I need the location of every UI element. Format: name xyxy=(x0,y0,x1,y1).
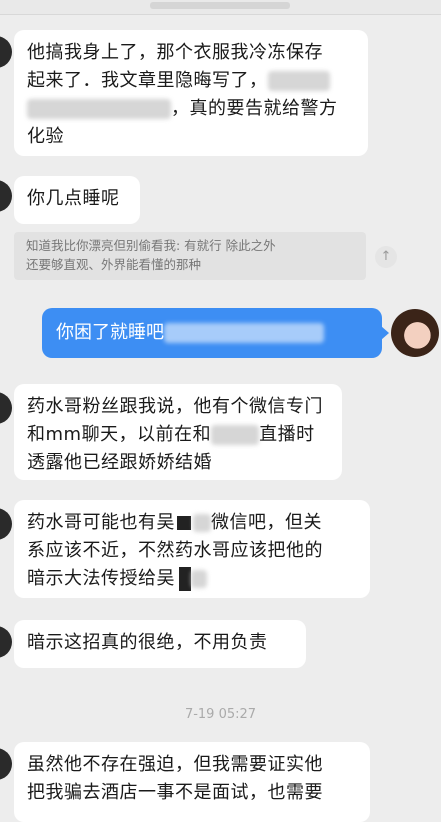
message-text: 药水哥可能也有吴 xyxy=(27,512,175,533)
redacted-text xyxy=(191,570,207,588)
contact-avatar[interactable] xyxy=(0,392,12,424)
contact-avatar[interactable] xyxy=(0,36,12,68)
message-text: 直播时 xyxy=(259,424,315,445)
quote-expand-icon[interactable]: ↑ xyxy=(375,246,397,268)
message-line: ，真的要告就给警方 xyxy=(27,95,355,123)
message-bubble-2[interactable]: 你几点睡呢 xyxy=(14,176,140,224)
message-text: 起来了．我文章里隐晦写了， xyxy=(27,70,268,91)
timestamp: 7-19 05:27 xyxy=(184,707,257,722)
redacted-text xyxy=(211,425,260,445)
top-status-bar xyxy=(0,0,441,15)
message-text: 微信吧，但关 xyxy=(211,512,322,533)
quote-line: 知道我比你漂亮但别偷看我: 有就行 除此之外 xyxy=(26,238,276,253)
redacted-text xyxy=(27,99,171,119)
message-line: 透露他已经跟娇娇结婚 xyxy=(27,452,212,473)
message-line: 把我骗去酒店一事不是面试，也需要 xyxy=(27,782,323,803)
redacted-text xyxy=(179,567,191,591)
quoted-reply[interactable]: 知道我比你漂亮但别偷看我: 有就行 除此之外 还要够直观、外界能看懂的那种 xyxy=(14,232,366,280)
message-line: 系应该不近，不然药水哥应该把他的 xyxy=(27,540,323,561)
message-line: 起来了．我文章里隐晦写了， xyxy=(27,67,355,95)
quote-line: 还要够直观、外界能看懂的那种 xyxy=(26,257,202,272)
message-line: 和mm聊天，以前在和 直播时 xyxy=(27,421,329,449)
message-line: 药水哥粉丝跟我说，他有个微信专门 xyxy=(27,396,323,417)
message-bubble-6[interactable]: 暗示这招真的很绝，不用负责 xyxy=(14,620,306,668)
message-line: 药水哥可能也有吴 微信吧，但关 xyxy=(27,509,357,537)
message-text: 你困了就睡吧 xyxy=(56,322,164,343)
message-text: ，真的要告就给警方 xyxy=(171,98,338,119)
message-bubble-4[interactable]: 药水哥粉丝跟我说，他有个微信专门 和mm聊天，以前在和 直播时 透露他已经跟娇娇结… xyxy=(14,384,342,480)
redacted-text xyxy=(164,323,324,343)
message-text: 和mm聊天，以前在和 xyxy=(27,424,212,445)
message-line: 暗示这招真的很绝，不用负责 xyxy=(27,632,268,653)
contact-avatar[interactable] xyxy=(0,626,12,658)
message-line: 他搞我身上了，那个衣服我冷冻保存 xyxy=(27,42,323,63)
redacted-text xyxy=(193,514,211,532)
contact-avatar[interactable] xyxy=(0,180,12,212)
message-line: 你几点睡呢 xyxy=(27,188,120,209)
user-avatar[interactable] xyxy=(391,309,439,357)
redacted-text xyxy=(267,71,330,91)
obscured-title xyxy=(150,2,290,9)
message-bubble-1[interactable]: 他搞我身上了，那个衣服我冷冻保存 起来了．我文章里隐晦写了， ，真的要告就给警方… xyxy=(14,30,368,156)
message-bubble-5[interactable]: 药水哥可能也有吴 微信吧，但关 系应该不近，不然药水哥应该把他的 暗示大法传授给吴 xyxy=(14,500,370,598)
message-line: 化验 xyxy=(27,126,64,147)
contact-avatar[interactable] xyxy=(0,748,12,780)
message-line: 虽然他不存在强迫，但我需要证实他 xyxy=(27,754,323,775)
message-text: 暗示大法传授给吴 xyxy=(27,568,175,589)
message-line: 暗示大法传授给吴 xyxy=(27,565,357,593)
redacted-text xyxy=(177,516,191,530)
message-bubble-sent[interactable]: 你困了就睡吧 xyxy=(42,308,389,358)
contact-avatar[interactable] xyxy=(0,508,12,540)
message-bubble-7[interactable]: 虽然他不存在强迫，但我需要证实他 把我骗去酒店一事不是面试，也需要 xyxy=(14,742,370,822)
